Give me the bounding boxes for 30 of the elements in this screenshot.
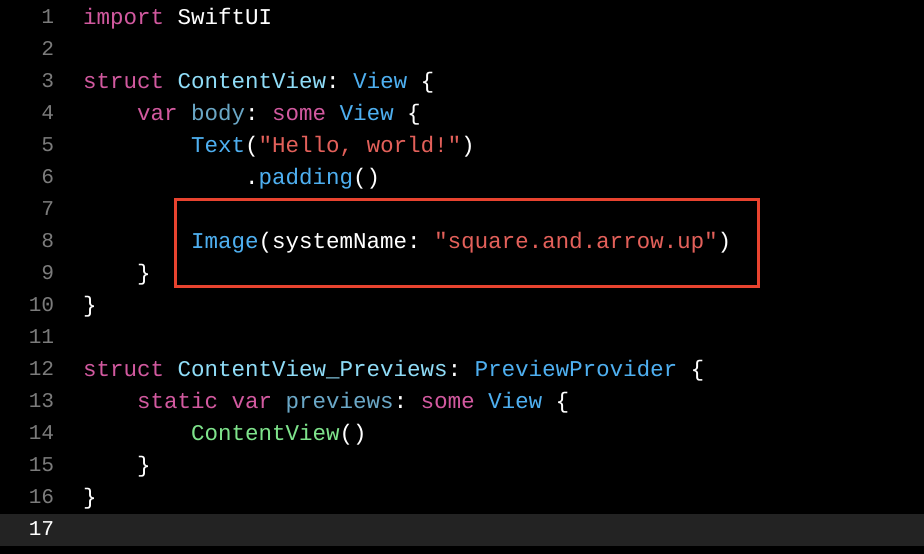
code-line: } xyxy=(83,485,97,511)
line-number: 6 xyxy=(40,166,54,190)
code-line: Image(systemName: "square.and.arrow.up") xyxy=(190,229,732,255)
code-line: struct ContentView: View { xyxy=(83,69,434,95)
line-number: 3 xyxy=(40,70,54,94)
line-number: 4 xyxy=(40,102,54,126)
line-number: 2 xyxy=(40,38,54,62)
code-line: static var previews: some View { xyxy=(136,389,570,415)
line-number: 5 xyxy=(40,134,54,158)
code-line: Text("Hello, world!") xyxy=(190,133,475,159)
line-number: 16 xyxy=(28,486,54,510)
line-number: 11 xyxy=(28,326,54,350)
line-number: 12 xyxy=(28,358,54,382)
code-line: ContentView() xyxy=(190,421,367,447)
line-number: 14 xyxy=(28,422,54,446)
code-line: .padding() xyxy=(244,165,380,191)
line-number: 9 xyxy=(40,262,54,286)
code-line: } xyxy=(83,293,97,319)
line-number: 1 xyxy=(40,6,54,30)
line-number: 8 xyxy=(40,230,54,254)
line-number: 13 xyxy=(28,390,54,414)
code-line: import SwiftUI xyxy=(83,5,272,31)
code-line: } xyxy=(136,261,151,287)
line-number: 15 xyxy=(28,454,54,478)
line-number: 17 xyxy=(28,518,54,542)
code-line: } xyxy=(136,453,151,479)
line-number: 7 xyxy=(40,198,54,222)
code-line: struct ContentView_Previews: PreviewProvider { xyxy=(83,357,704,383)
code-line: var body: some View { xyxy=(136,101,421,127)
line-number: 10 xyxy=(28,294,54,318)
